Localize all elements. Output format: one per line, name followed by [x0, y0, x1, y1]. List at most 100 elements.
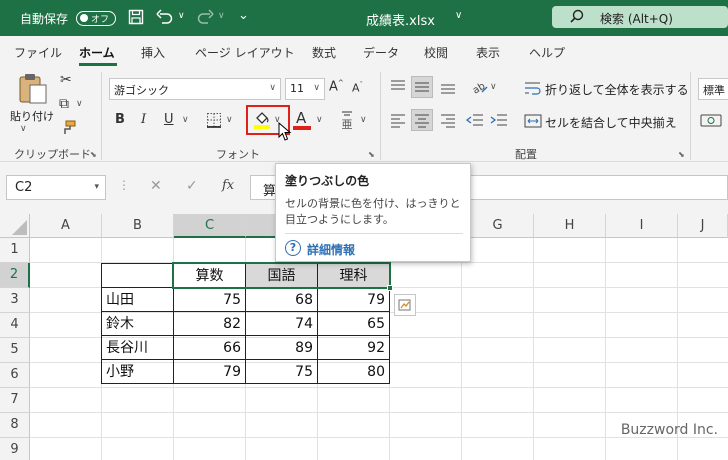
column-header[interactable]: G	[462, 214, 534, 238]
row-header[interactable]: 5	[0, 338, 30, 363]
tab-home[interactable]: ホーム	[79, 44, 115, 61]
save-icon[interactable]	[128, 9, 144, 25]
cancel-entry-button[interactable]: ✕	[150, 178, 162, 194]
wrap-text-button[interactable]: 折り返して全体を表示する	[545, 81, 689, 98]
quick-analysis-button[interactable]	[394, 294, 416, 316]
tab-review[interactable]: 校閲	[424, 44, 448, 61]
align-middle-icon[interactable]	[411, 76, 433, 98]
bold-button[interactable]: B	[115, 112, 125, 127]
redo-dropdown-icon[interactable]: ∨	[218, 11, 225, 21]
column-header[interactable]: C	[174, 214, 246, 238]
font-name-combo[interactable]: 游ゴシック ∨	[109, 78, 281, 100]
undo-icon[interactable]	[156, 9, 174, 25]
file-menu-arrow[interactable]: ∨	[455, 10, 462, 21]
merge-center-icon[interactable]	[524, 113, 542, 129]
increase-indent-icon[interactable]	[490, 112, 508, 128]
number-format-combo[interactable]: 標準	[698, 78, 728, 100]
table-cell[interactable]: 89	[245, 335, 318, 360]
alignment-launcher-icon[interactable]: ⬊	[678, 150, 685, 159]
increase-font-size-icon[interactable]: A^	[329, 79, 344, 94]
tab-data[interactable]: データ	[363, 44, 399, 61]
column-header[interactable]: I	[606, 214, 678, 238]
table-cell[interactable]: 66	[173, 335, 246, 360]
select-all-corner[interactable]	[0, 214, 30, 238]
paste-icon[interactable]	[18, 72, 48, 104]
decrease-indent-icon[interactable]	[465, 112, 484, 128]
help-icon[interactable]: ?	[285, 240, 301, 256]
table-cell[interactable]: 80	[317, 359, 390, 384]
row-header[interactable]: 9	[0, 438, 30, 460]
redo-icon[interactable]	[196, 9, 214, 25]
tab-file[interactable]: ファイル	[14, 44, 62, 61]
font-color-button[interactable]: A	[293, 109, 313, 131]
row-header[interactable]: 7	[0, 388, 30, 413]
name-box[interactable]: C2 ▾	[6, 175, 106, 200]
wrap-text-icon[interactable]	[524, 80, 542, 96]
paste-label[interactable]: 貼り付け	[10, 108, 54, 124]
tooltip-help-link[interactable]: 詳細情報	[307, 241, 355, 258]
tab-page-layout[interactable]: ページ レイアウト	[195, 44, 295, 61]
font-color-dropdown-icon[interactable]: ∨	[316, 115, 323, 125]
cut-icon[interactable]: ✂	[60, 72, 72, 88]
table-cell[interactable]: 79	[317, 287, 390, 312]
tab-formulas[interactable]: 数式	[312, 44, 336, 61]
underline-dropdown-icon[interactable]: ∨	[182, 115, 189, 125]
table-row-label[interactable]: 山田	[101, 287, 174, 312]
italic-button[interactable]: I	[141, 112, 146, 127]
align-center-icon[interactable]	[411, 109, 433, 131]
tab-insert[interactable]: 挿入	[141, 44, 165, 61]
table-cell[interactable]: 65	[317, 311, 390, 336]
customize-toolbar-icon[interactable]: ⌄	[238, 8, 249, 23]
table-row-label[interactable]: 長谷川	[101, 335, 174, 360]
table-cell[interactable]: 75	[173, 287, 246, 312]
clipboard-launcher-icon[interactable]: ⬊	[90, 150, 97, 159]
table-corner-cell[interactable]	[101, 263, 174, 288]
align-top-icon[interactable]	[390, 78, 406, 96]
align-bottom-icon[interactable]	[440, 78, 456, 96]
underline-button[interactable]: U	[164, 112, 174, 127]
undo-dropdown-icon[interactable]: ∨	[178, 11, 185, 21]
tab-help[interactable]: ヘルプ	[529, 44, 565, 61]
autosave-toggle[interactable]: オフ	[76, 11, 116, 26]
font-launcher-icon[interactable]: ⬊	[368, 150, 375, 159]
font-size-combo[interactable]: 11 ∨	[285, 78, 325, 100]
row-header[interactable]: 4	[0, 313, 30, 338]
align-left-icon[interactable]	[390, 112, 406, 128]
orientation-icon[interactable]: ab	[470, 78, 488, 97]
row-header[interactable]: 8	[0, 413, 30, 438]
table-row-label[interactable]: 小野	[101, 359, 174, 384]
row-header[interactable]: 3	[0, 288, 30, 313]
copy-icon[interactable]: ⧉	[59, 96, 69, 112]
merge-center-button[interactable]: セルを結合して中央揃え	[545, 114, 677, 131]
currency-format-icon[interactable]	[700, 112, 722, 128]
borders-dropdown-icon[interactable]: ∨	[226, 115, 233, 125]
fill-handle[interactable]	[387, 285, 393, 291]
table-cell[interactable]: 75	[245, 359, 318, 384]
phonetic-guide-icon[interactable]: 亜	[340, 108, 354, 132]
column-header[interactable]: B	[102, 214, 174, 238]
table-cell[interactable]: 68	[245, 287, 318, 312]
decrease-font-size-icon[interactable]: Aˇ	[352, 81, 363, 95]
table-row-label[interactable]: 鈴木	[101, 311, 174, 336]
table-cell[interactable]: 74	[245, 311, 318, 336]
table-cell[interactable]: 79	[173, 359, 246, 384]
column-header[interactable]: J	[678, 214, 728, 238]
confirm-entry-button[interactable]: ✓	[186, 178, 198, 194]
row-header[interactable]: 6	[0, 363, 30, 388]
borders-icon[interactable]	[206, 112, 222, 128]
tab-view[interactable]: 表示	[476, 44, 500, 61]
paste-dropdown-icon[interactable]: ∨	[20, 124, 27, 134]
table-cell[interactable]: 82	[173, 311, 246, 336]
column-header[interactable]: H	[534, 214, 606, 238]
search-box[interactable]: 検索 (Alt+Q)	[552, 6, 728, 28]
align-right-icon[interactable]	[440, 112, 456, 128]
orientation-dropdown-icon[interactable]: ∨	[490, 82, 497, 92]
copy-dropdown-icon[interactable]: ∨	[76, 99, 83, 109]
column-header[interactable]: A	[30, 214, 102, 238]
row-header[interactable]: 1	[0, 238, 30, 263]
insert-function-button[interactable]: fx	[222, 178, 234, 193]
format-painter-icon[interactable]	[60, 120, 76, 136]
table-cell[interactable]: 92	[317, 335, 390, 360]
phonetic-dropdown-icon[interactable]: ∨	[360, 115, 367, 125]
row-header[interactable]: 2	[0, 263, 30, 288]
